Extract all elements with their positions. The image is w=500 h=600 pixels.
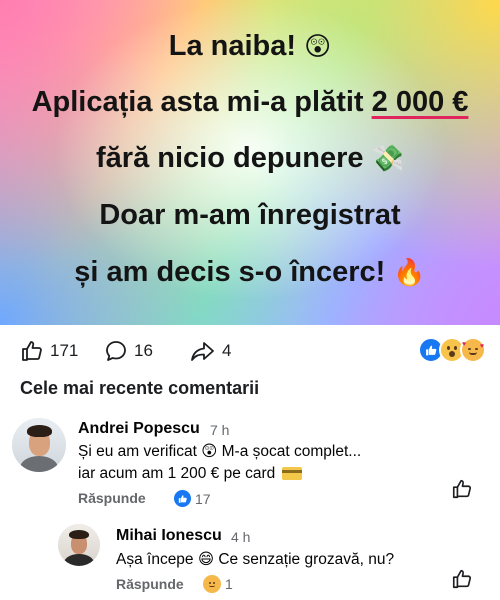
fire-emoji: 🔥 — [393, 258, 426, 288]
like-button[interactable]: 171 — [20, 339, 78, 363]
reply-button[interactable]: Răspunde — [78, 490, 146, 506]
post-line-3: fără nicio depunere 💸 — [0, 142, 500, 175]
comment-bubble-icon — [106, 341, 126, 361]
post-amount: 2 000 € — [371, 86, 469, 118]
comment-reaction-count: 17 — [195, 490, 211, 507]
like-count: 171 — [50, 341, 79, 360]
comment-text-line-2: iar acum am 1 200 € pe card — [78, 465, 276, 482]
comment-author[interactable]: Mihai Ionescu — [116, 527, 222, 545]
comment-text-line-1: Și eu am verificat 😲 M-a șocat complet..… — [78, 443, 362, 460]
post-line-3-text: fără nicio depunere — [96, 142, 364, 174]
post-line-1: La naiba! 😲 — [0, 30, 500, 63]
comment-time[interactable]: 4 h — [231, 529, 250, 545]
post-image: La naiba! 😲 Aplicația asta mi-a plătit 2… — [0, 0, 500, 325]
thumbs-up-icon[interactable] — [451, 478, 473, 500]
post-line-2-text: Aplicația asta mi-a plătit — [31, 86, 372, 118]
astonished-emoji: 😲 — [304, 32, 332, 62]
comment-button[interactable]: 16 — [104, 339, 153, 363]
like-reaction-icon — [174, 490, 191, 507]
comments-section-title: Cele mai recente comentarii — [20, 378, 260, 398]
commenter-avatar[interactable] — [12, 418, 66, 472]
thumbs-up-icon — [22, 341, 42, 361]
comment-author[interactable]: Andrei Popescu — [78, 420, 200, 438]
comment-reactions[interactable]: 1 — [203, 575, 233, 593]
reply-button[interactable]: Răspunde — [116, 576, 184, 592]
comment-reactions[interactable]: 17 — [174, 490, 211, 507]
post-stats-bar: 171 16 4 ♥ ♥ — [0, 325, 500, 377]
thumbs-up-icon[interactable] — [451, 568, 473, 590]
post-line-5: și am decis s-o încerc! 🔥 — [0, 256, 500, 289]
share-arrow-icon — [191, 342, 214, 361]
love-reaction-icon: ♥ ♥ — [460, 337, 486, 363]
share-button[interactable]: 4 — [190, 339, 231, 363]
love-reaction-icon — [203, 575, 221, 593]
post-line-1-text: La naiba! — [168, 30, 297, 62]
share-count: 4 — [222, 341, 232, 360]
comment-time[interactable]: 7 h — [210, 422, 229, 438]
credit-card-icon — [281, 467, 302, 480]
post-line-5-text: și am decis s-o încerc! — [74, 256, 386, 288]
comment-text-line-2-wrap: iar acum am 1 200 € pe card — [78, 463, 302, 485]
comment-count: 16 — [134, 341, 153, 360]
post-line-4: Doar m-am înregistrat — [0, 199, 500, 232]
money-wings-emoji: 💸 — [371, 144, 404, 174]
post-line-4-text: Doar m-am înregistrat — [99, 199, 401, 231]
comment-text-line-1: Așa începe 😄 Ce senzație grozavă, nu? — [116, 551, 395, 568]
comment-reaction-count: 1 — [225, 576, 233, 592]
commenter-avatar[interactable] — [58, 524, 100, 566]
reaction-summary[interactable]: ♥ ♥ — [418, 337, 486, 363]
post-line-2: Aplicația asta mi-a plătit 2 000 € — [0, 86, 500, 119]
